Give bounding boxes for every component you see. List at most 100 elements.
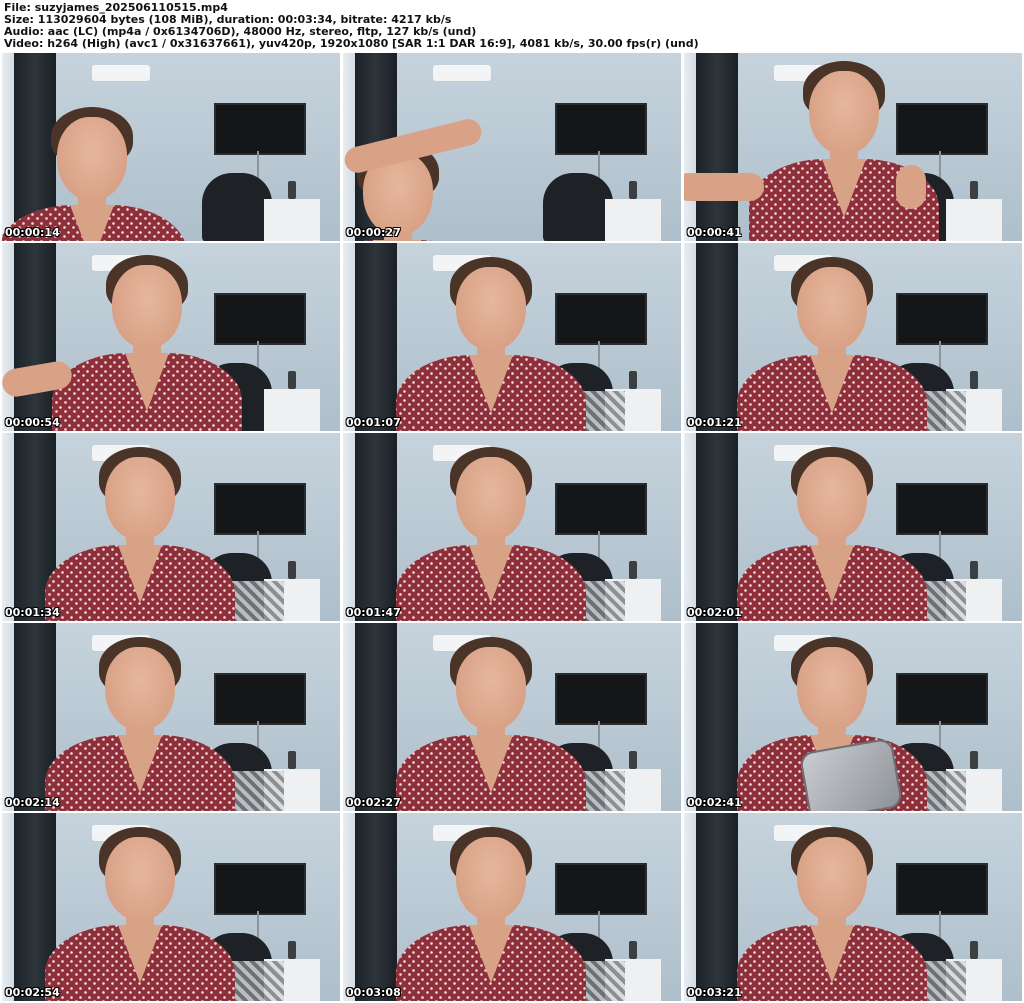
wall-tv: [214, 863, 306, 915]
curtain: [696, 623, 738, 811]
video-thumbnail[interactable]: 00:01:07: [343, 243, 681, 431]
wall-tv: [896, 673, 988, 725]
dress-neckline: [469, 735, 513, 793]
video-thumbnail[interactable]: 00:02:01: [684, 433, 1022, 621]
dress-neckline: [810, 355, 854, 413]
video-thumbnail[interactable]: 00:00:41: [684, 53, 1022, 241]
wall-tv: [214, 673, 306, 725]
frame-timestamp: 00:02:27: [346, 796, 401, 809]
face: [105, 647, 175, 731]
video-thumbnail[interactable]: 00:00:27: [343, 53, 681, 241]
video-thumbnail[interactable]: 00:00:14: [2, 53, 340, 241]
air-conditioner: [433, 65, 491, 81]
frame-timestamp: 00:02:41: [687, 796, 742, 809]
dress-neckline: [810, 545, 854, 603]
wall-tv: [214, 293, 306, 345]
air-conditioner: [92, 65, 150, 81]
curtain: [696, 433, 738, 621]
dress-neckline: [125, 353, 169, 411]
dress-neckline: [822, 159, 866, 217]
frame-timestamp: 00:00:54: [5, 416, 60, 429]
dress-neckline: [469, 355, 513, 413]
diffuser: [288, 181, 296, 199]
video-thumbnail[interactable]: 00:02:14: [2, 623, 340, 811]
diffuser: [970, 181, 978, 199]
face: [456, 267, 526, 351]
frame-timestamp: 00:03:21: [687, 986, 742, 999]
wall-tv: [896, 293, 988, 345]
frame-timestamp: 00:00:14: [5, 226, 60, 239]
face: [797, 647, 867, 731]
diffuser: [288, 941, 296, 959]
diffuser: [970, 941, 978, 959]
wall-tv: [555, 863, 647, 915]
video-thumbnail[interactable]: 00:01:21: [684, 243, 1022, 431]
video-thumbnail[interactable]: 00:03:08: [343, 813, 681, 1001]
face: [809, 71, 879, 155]
file-info-header: File: suzyjames_202506110515.mp4 Size: 1…: [4, 2, 1020, 52]
side-shelf: [264, 389, 320, 431]
side-shelf: [264, 199, 320, 241]
wall-tv: [555, 293, 647, 345]
frame-timestamp: 00:03:08: [346, 986, 401, 999]
face: [797, 837, 867, 921]
face: [797, 267, 867, 351]
video-info-line: Video: h264 (High) (avc1 / 0x31637661), …: [4, 37, 699, 50]
hand: [896, 165, 926, 209]
extended-arm: [684, 173, 764, 201]
dress-neckline: [469, 545, 513, 603]
frame-timestamp: 00:02:14: [5, 796, 60, 809]
frame-timestamp: 00:01:47: [346, 606, 401, 619]
side-shelf: [946, 199, 1002, 241]
diffuser: [629, 561, 637, 579]
video-thumbnail[interactable]: 00:01:34: [2, 433, 340, 621]
wall-tv: [214, 103, 306, 155]
face: [57, 117, 127, 201]
diffuser: [288, 751, 296, 769]
dress-neckline: [118, 735, 162, 793]
wall-tv: [555, 103, 647, 155]
thumbnail-grid: 00:00:14 00:00:27 00:00:41 00:00:54 00:01:07…: [2, 53, 1022, 1001]
video-thumbnail[interactable]: 00:01:47: [343, 433, 681, 621]
frame-timestamp: 00:00:27: [346, 226, 401, 239]
frame-timestamp: 00:01:07: [346, 416, 401, 429]
video-thumbnail[interactable]: 00:00:54: [2, 243, 340, 431]
video-thumbnail[interactable]: 00:02:41: [684, 623, 1022, 811]
diffuser: [629, 181, 637, 199]
dress-neckline: [118, 925, 162, 983]
checked-blanket: [232, 581, 284, 621]
face: [456, 647, 526, 731]
diffuser: [288, 371, 296, 389]
dress-neckline: [810, 925, 854, 983]
face: [105, 457, 175, 541]
wall-tv: [555, 483, 647, 535]
curtain: [355, 433, 397, 621]
wall-tv: [896, 103, 988, 155]
frame-timestamp: 00:01:21: [687, 416, 742, 429]
face: [105, 837, 175, 921]
diffuser: [970, 561, 978, 579]
video-thumbnail[interactable]: 00:03:21: [684, 813, 1022, 1001]
video-thumbnail[interactable]: 00:02:54: [2, 813, 340, 1001]
diffuser: [629, 371, 637, 389]
curtain: [696, 243, 738, 431]
curtain: [355, 243, 397, 431]
office-chair: [543, 173, 613, 241]
curtain: [696, 813, 738, 1001]
diffuser: [629, 941, 637, 959]
dress-neckline: [118, 545, 162, 603]
diffuser: [970, 371, 978, 389]
dress-neckline: [469, 925, 513, 983]
diffuser: [970, 751, 978, 769]
checked-blanket: [232, 961, 284, 1001]
video-thumbnail[interactable]: 00:02:27: [343, 623, 681, 811]
side-shelf: [605, 199, 661, 241]
frame-timestamp: 00:02:54: [5, 986, 60, 999]
face: [456, 457, 526, 541]
wall-tv: [896, 863, 988, 915]
frame-timestamp: 00:01:34: [5, 606, 60, 619]
diffuser: [288, 561, 296, 579]
curtain: [696, 53, 738, 241]
face: [112, 265, 182, 349]
curtain: [355, 623, 397, 811]
